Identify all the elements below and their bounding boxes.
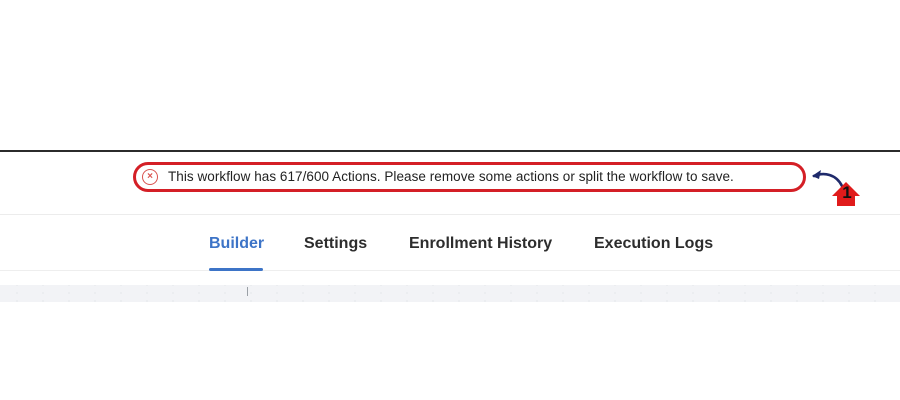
tab-enrollment-history[interactable]: Enrollment History	[409, 235, 552, 253]
workflow-editor-header: × This workflow has 617/600 Actions. Ple…	[0, 150, 900, 302]
tab-bar: Builder Settings Enrollment History Exec…	[0, 218, 900, 271]
builder-canvas[interactable]	[0, 285, 900, 302]
active-tab-indicator	[209, 268, 263, 271]
page: × This workflow has 617/600 Actions. Ple…	[0, 0, 900, 400]
error-banner-row: × This workflow has 617/600 Actions. Ple…	[0, 152, 900, 215]
tab-settings[interactable]: Settings	[304, 235, 367, 253]
canvas-cursor-marker	[247, 287, 248, 296]
annotation-arrow-icon	[812, 170, 860, 206]
tab-execution-logs[interactable]: Execution Logs	[594, 235, 713, 253]
annotation-number: 1	[842, 183, 852, 202]
tab-builder[interactable]: Builder	[209, 235, 264, 253]
annotation-callout-outline	[133, 162, 806, 192]
